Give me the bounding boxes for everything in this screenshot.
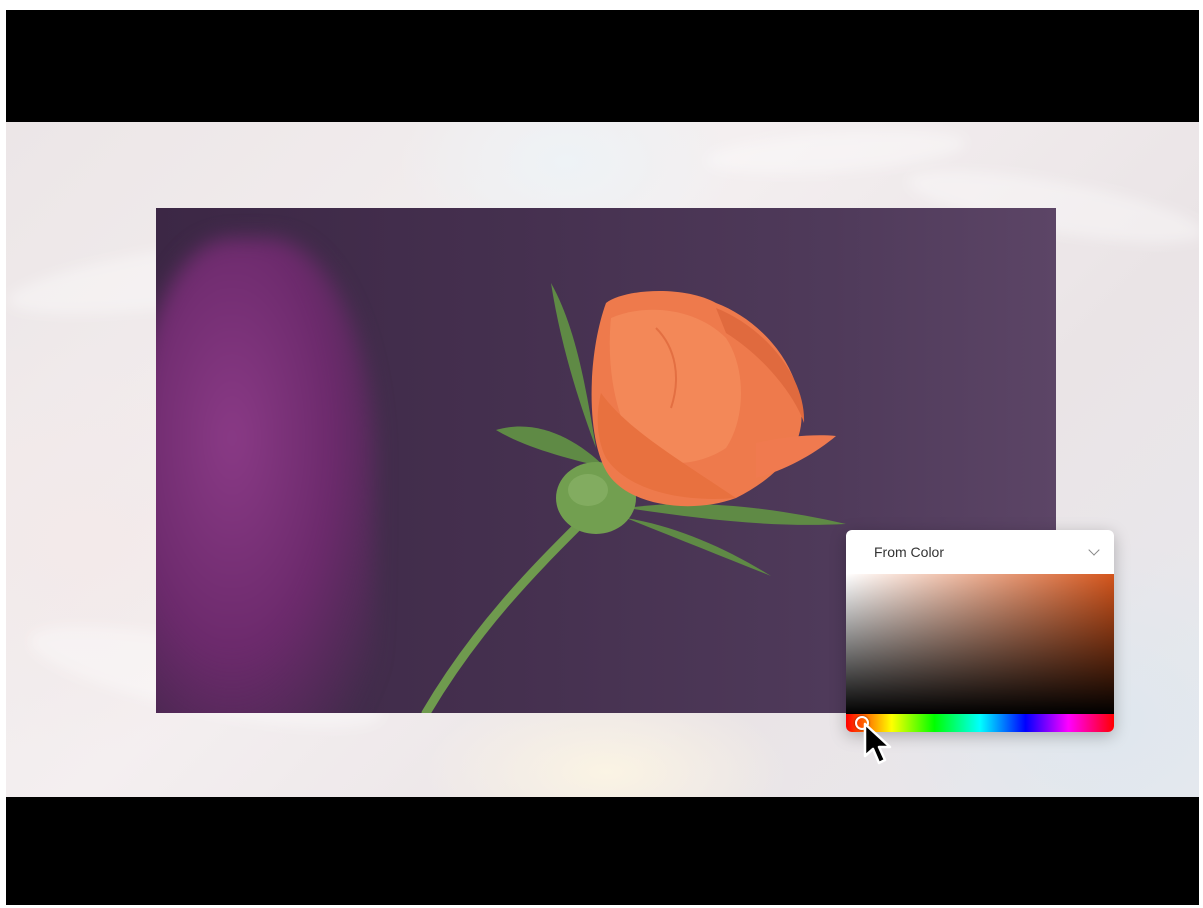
- saturation-value-area[interactable]: [846, 574, 1114, 714]
- color-picker-panel[interactable]: From Color: [846, 530, 1114, 732]
- from-color-dropdown-label: From Color: [874, 544, 945, 560]
- arrow-cursor-icon: [863, 722, 892, 765]
- letterbox-bottom: [6, 797, 1199, 905]
- from-color-dropdown[interactable]: From Color: [846, 530, 1114, 574]
- chevron-down-icon: [1088, 544, 1100, 556]
- letterbox-top: [6, 10, 1199, 122]
- video-frame: [6, 10, 1199, 905]
